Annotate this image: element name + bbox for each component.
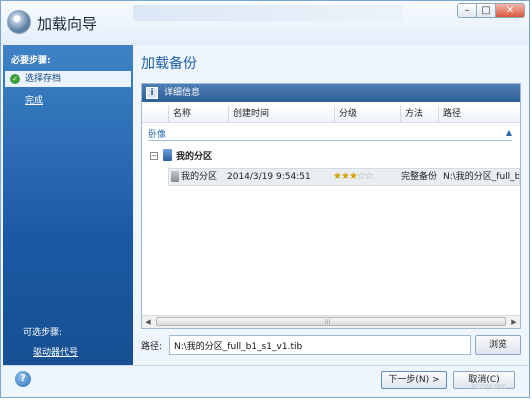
column-header-created[interactable]: 创建时间 xyxy=(228,106,334,122)
collapse-up-icon[interactable]: ▲ xyxy=(506,128,512,137)
sidebar-item-select-archive[interactable]: ✓ 选择存档 xyxy=(5,71,131,87)
minimize-button[interactable]: – xyxy=(457,3,477,18)
details-panel: i 详细信息 名称 创建时间 分级 方法 路径 卧像 ▲ − 我的分区 我的分区… xyxy=(141,83,521,329)
check-icon: ✓ xyxy=(10,74,20,84)
maximize-button[interactable]: □ xyxy=(476,3,496,18)
star-icon[interactable]: ☆ xyxy=(365,171,374,182)
star-icon[interactable]: ☆ xyxy=(357,171,366,182)
info-icon: i xyxy=(146,87,158,99)
required-steps-heading: 必要步骤: xyxy=(11,56,51,66)
page-title: 加载备份 xyxy=(141,56,197,72)
scroll-left-arrow-icon[interactable]: ◀ xyxy=(142,316,154,328)
help-icon[interactable]: ? xyxy=(15,371,31,387)
row-name-cell: 我的分区 xyxy=(171,169,227,185)
app-logo-icon xyxy=(7,10,31,34)
title-bar: 加载向导 – □ ✕ xyxy=(1,1,529,45)
tree-collapse-icon[interactable]: − xyxy=(150,152,158,160)
scroll-thumb[interactable]: ||| xyxy=(156,317,506,326)
window-title: 加载向导 xyxy=(37,15,98,33)
row-method: 完整备份 xyxy=(401,172,438,182)
group-header: 卧像 ▲ xyxy=(148,126,512,141)
star-icon[interactable]: ★ xyxy=(333,171,342,182)
wizard-sidebar: 必要步骤: ✓ 选择存档 完成 可选步骤: 驱动器代号 xyxy=(3,45,133,365)
path-label: 路径: xyxy=(141,342,163,352)
group-label: 卧像 xyxy=(148,130,167,140)
watermark: PCONLINE xyxy=(471,383,507,391)
column-header-row: 名称 创建时间 分级 方法 路径 xyxy=(142,106,520,123)
close-button[interactable]: ✕ xyxy=(495,3,525,18)
column-header-name[interactable]: 名称 xyxy=(168,106,228,122)
scroll-grip-icon: ||| xyxy=(325,319,331,325)
wizard-window: 加载向导 – □ ✕ 必要步骤: ✓ 选择存档 完成 可选步骤: 驱动器代号 加… xyxy=(0,0,530,398)
column-header-path[interactable]: 路径 xyxy=(438,106,508,122)
scroll-right-arrow-icon[interactable]: ▶ xyxy=(508,316,520,328)
optional-steps-heading: 可选步骤: xyxy=(23,328,63,338)
details-panel-title: 详细信息 xyxy=(164,88,201,98)
column-header-method[interactable]: 方法 xyxy=(400,106,438,122)
horizontal-scrollbar[interactable]: ◀ ||| ▶ xyxy=(142,315,520,328)
star-icon[interactable]: ★ xyxy=(341,171,350,182)
sidebar-item-drive-letter[interactable]: 驱动器代号 xyxy=(33,345,78,358)
browse-button[interactable]: 浏览 xyxy=(475,335,521,355)
table-row[interactable]: 我的分区 2014/3/19 9:54:51 ★★★☆☆ 完整备份 N:\我的分… xyxy=(168,168,520,186)
tree-node-label: 我的分区 xyxy=(176,152,213,162)
star-icon[interactable]: ★ xyxy=(349,171,358,182)
rating-stars: ★★★☆☆ xyxy=(333,169,395,185)
sidebar-item-label: 选择存档 xyxy=(25,74,62,84)
next-button[interactable]: 下一步(N) > xyxy=(381,371,447,389)
path-input[interactable] xyxy=(169,335,471,355)
row-created: 2014/3/19 9:54:51 xyxy=(227,172,311,182)
backup-file-icon xyxy=(171,171,179,182)
row-path: N:\我的分区_full_b xyxy=(443,172,519,182)
background-window-strip xyxy=(133,5,403,21)
row-name: 我的分区 xyxy=(181,172,218,182)
sidebar-item-finish[interactable]: 完成 xyxy=(5,93,131,109)
footer-divider xyxy=(3,365,529,366)
path-bar: 路径: 浏览 xyxy=(141,335,521,355)
details-panel-header: i 详细信息 xyxy=(142,84,520,102)
column-header-rating[interactable]: 分级 xyxy=(334,106,400,122)
disk-icon xyxy=(163,149,172,161)
